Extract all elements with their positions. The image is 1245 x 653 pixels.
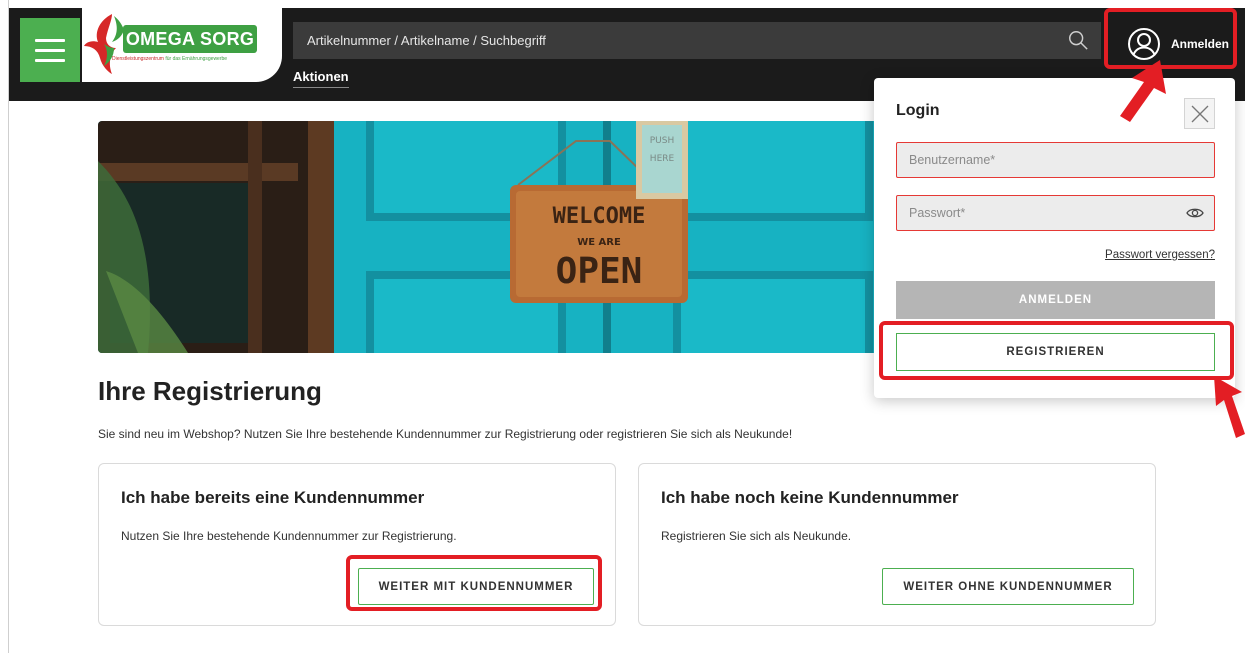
continue-without-customer-number-button[interactable]: WEITER OHNE KUNDENNUMMER xyxy=(882,568,1134,605)
existing-customer-card: Ich habe bereits eine Kundennummer Nutze… xyxy=(98,463,616,626)
page-title: Ihre Registrierung xyxy=(98,376,322,406)
account-login-button[interactable]: Anmelden xyxy=(1117,22,1245,66)
password-field xyxy=(896,195,1215,231)
menu-bar-icon xyxy=(35,58,65,62)
register-button[interactable]: REGISTRIEREN xyxy=(896,333,1215,371)
card-text: Registrieren Sie sich als Neukunde. xyxy=(661,529,852,543)
username-input[interactable] xyxy=(897,143,1214,177)
menu-bar-icon xyxy=(35,48,65,52)
continue-with-customer-number-button[interactable]: WEITER MIT KUNDENNUMMER xyxy=(358,568,594,605)
svg-text:PUSH: PUSH xyxy=(650,136,675,146)
svg-text:WELCOME: WELCOME xyxy=(553,204,646,229)
logo-leaf-icon xyxy=(84,14,124,74)
svg-text:WE ARE: WE ARE xyxy=(577,237,621,248)
hamburger-menu-button[interactable] xyxy=(20,18,80,82)
forgot-password-link[interactable]: Passwort vergessen? xyxy=(1105,249,1215,261)
login-popover: Login Passwort vergessen? ANMELDEN REGIS… xyxy=(874,78,1235,398)
username-field xyxy=(896,142,1215,178)
search-input[interactable]: Artikelnummer / Artikelname / Suchbegrif… xyxy=(307,22,546,59)
registration-intro: Sie sind neu im Webshop? Nutzen Sie Ihre… xyxy=(98,427,793,441)
svg-text:HERE: HERE xyxy=(650,154,675,164)
menu-bar-icon xyxy=(35,38,65,42)
search-icon[interactable] xyxy=(1067,29,1089,51)
password-input[interactable] xyxy=(897,196,1214,230)
eye-icon[interactable] xyxy=(1186,206,1204,220)
account-label: Anmelden xyxy=(1171,37,1230,51)
login-submit-button[interactable]: ANMELDEN xyxy=(896,281,1215,319)
omega-sorg-logo[interactable]: OMEGA SORG Dienstleistungszentrum für da… xyxy=(82,8,282,82)
close-button[interactable] xyxy=(1184,98,1215,129)
login-title: Login xyxy=(896,102,940,119)
logo-tagline: Dienstleistungszentrum für das Ernährung… xyxy=(112,56,228,62)
user-circle-icon xyxy=(1128,28,1160,60)
card-title: Ich habe noch keine Kundennummer xyxy=(661,488,959,507)
close-icon xyxy=(1191,105,1208,122)
svg-text:OPEN: OPEN xyxy=(556,251,643,292)
card-title: Ich habe bereits eine Kundennummer xyxy=(121,488,425,507)
card-text: Nutzen Sie Ihre bestehende Kundennummer … xyxy=(121,529,457,543)
nav-link-aktionen[interactable]: Aktionen xyxy=(293,69,349,88)
logo-wordmark: OMEGA SORG xyxy=(123,25,257,53)
search-bar[interactable]: Artikelnummer / Artikelname / Suchbegrif… xyxy=(293,22,1101,59)
new-customer-card: Ich habe noch keine Kundennummer Registr… xyxy=(638,463,1156,626)
